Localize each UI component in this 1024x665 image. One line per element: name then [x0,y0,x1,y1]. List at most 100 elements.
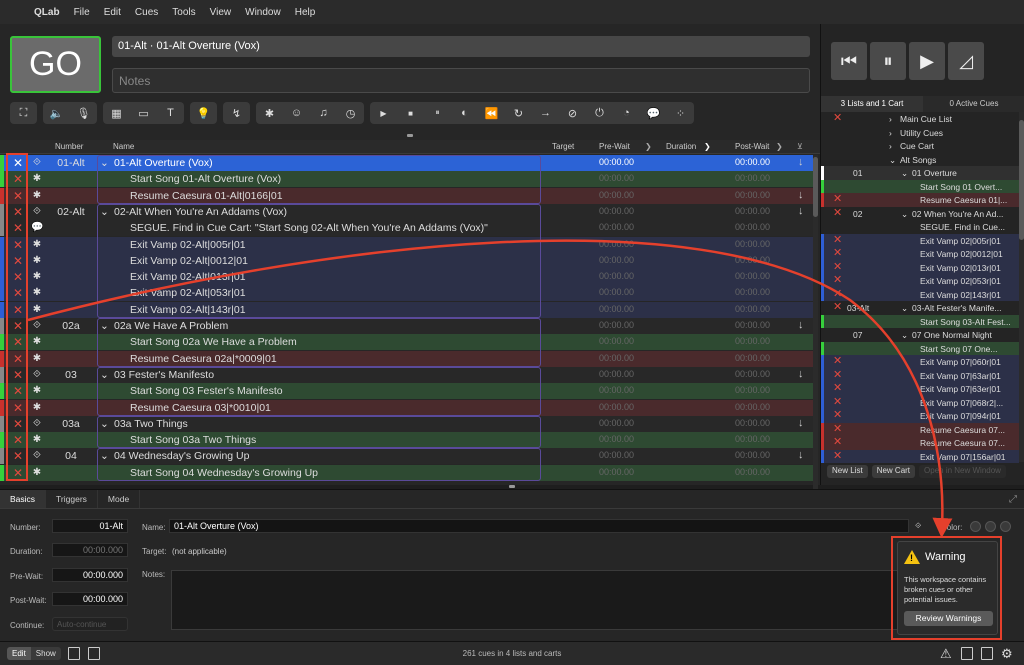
cue-prewait[interactable]: 00:00.00 [599,467,634,477]
cue-postwait[interactable]: 00:00.00 [735,255,770,265]
cue-prewait[interactable]: 00:00.00 [599,320,634,330]
list-tree-row[interactable]: ✕ Resume Caesura 01|... [821,193,1019,207]
cue-prewait[interactable]: 00:00.00 [599,369,634,379]
chevron-right-icon[interactable]: › [889,114,892,124]
wait-icon[interactable]: ◔ [613,102,640,124]
list-cue-name[interactable]: Utility Cues [900,128,1019,138]
music-icon[interactable]: ♫ [310,102,337,124]
chevron-down-icon[interactable]: ⌄ [901,209,908,220]
list-tree-row[interactable]: ✕ Exit Vamp 07|068r2|... [821,395,1019,409]
list-cue-name[interactable]: 07 One Normal Night [912,330,1019,340]
cue-prewait[interactable]: 00:00.00 [599,450,634,460]
color-none-button[interactable] [970,521,981,532]
list-tree-row[interactable]: Start Song 01 Overt... [821,179,1019,193]
list-cue-name[interactable]: Exit Vamp 02|0012|01 [920,249,1019,259]
postwait-field[interactable]: 00:00.000 [52,592,128,606]
cue-postwait[interactable]: 00:00.00 [735,434,770,444]
expand-icon[interactable]: ⤢ [1009,494,1017,505]
apple-icon[interactable] [12,6,24,18]
scrollbar-thumb[interactable] [1019,120,1024,240]
cue-postwait[interactable]: 00:00.00 [735,385,770,395]
prewait-field[interactable]: 00:00.000 [52,568,128,582]
list-cue-name[interactable]: Cue Cart [900,141,1019,151]
tab-triggers[interactable]: Triggers [46,490,98,508]
list-tree-row[interactable]: ✕ 03-Alt ⌄ 03-Alt Fester's Manife... [821,301,1019,315]
cue-postwait[interactable]: 00:00.00 [735,467,770,477]
cue-postwait[interactable]: 00:00.00 [735,271,770,281]
list-cue-name[interactable]: Exit Vamp 02|143r|01 [920,290,1019,300]
tab-active-cues[interactable]: 0 Active Cues [923,96,1024,112]
tab-mode[interactable]: Mode [98,490,141,508]
devamp-icon[interactable]: ↻ [505,102,532,124]
list-tree-row[interactable]: ✕ Exit Vamp 02|053r|01 [821,274,1019,288]
continue-select[interactable]: Auto-continue [52,617,128,631]
sidebar-right-icon[interactable] [981,647,993,660]
cue-postwait[interactable]: 00:00.00 [735,173,770,183]
new-cart-button[interactable]: New Cart [871,465,916,478]
cue-postwait[interactable]: 00:00.00 [735,304,770,314]
list-tree-row[interactable]: ✕ Resume Caesura 07... [821,436,1019,450]
list-tree-row[interactable]: ⌄ Alt Songs [821,152,1019,166]
list-cue-name[interactable]: 01 Overture [912,168,1019,178]
tab-basics[interactable]: Basics [0,490,47,508]
cue-prewait[interactable]: 00:00.00 [599,190,634,200]
cue-prewait[interactable]: 00:00.00 [599,304,634,314]
cue-postwait[interactable]: 00:00.00 [735,222,770,232]
cue-prewait[interactable]: 00:00.00 [599,271,634,281]
cue-postwait[interactable]: 00:00.00 [735,190,770,200]
light-icon[interactable]: 💡 [190,102,217,124]
chevron-right-icon[interactable]: › [889,128,892,138]
chevron-down-icon[interactable]: ⌄ [889,155,896,166]
target-icon[interactable]: ⊘ [559,102,586,124]
list-cue-name[interactable]: Alt Songs [900,155,1019,165]
cue-prewait[interactable]: 00:00.00 [599,434,634,444]
text-icon[interactable]: T [157,102,184,124]
cue-prewait[interactable]: 00:00.00 [599,336,634,346]
list-tree-row[interactable]: ✕ Exit Vamp 02|013r|01 [821,260,1019,274]
list-cue-name[interactable]: Exit Vamp 07|060r|01 [920,357,1019,367]
midi-icon[interactable]: ✱ [256,102,283,124]
color-swatch-button[interactable] [1000,521,1011,532]
cue-prewait[interactable]: 00:00.00 [599,402,634,412]
cue-list-scrollbar[interactable] [813,155,818,504]
cue-prewait[interactable]: 00:00.00 [599,385,634,395]
panel-bottom-icon[interactable] [961,647,973,660]
cue-postwait[interactable]: 00:00.00 [735,336,770,346]
list-cue-name[interactable]: Exit Vamp 07|068r2|... [920,398,1019,408]
open-new-window-button[interactable]: Open in New Window [919,465,1006,478]
list-cue-name[interactable]: Resume Caesura 07... [920,425,1019,435]
list-cue-name[interactable]: Exit Vamp 02|013r|01 [920,263,1019,273]
cue-number[interactable]: 02-Alt [48,206,94,218]
cue-number[interactable]: 01-Alt [48,157,94,169]
cue-postwait[interactable]: 00:00.00 [735,450,770,460]
list-cue-name[interactable]: Start Song 07 One... [920,344,1019,354]
inspector-splitter-handle[interactable] [509,485,515,488]
list-tree-row[interactable]: › Cue Cart [821,139,1019,153]
clock-icon[interactable]: ◷ [337,102,364,124]
col-target[interactable]: Target [552,142,574,151]
list-cue-name[interactable]: Start Song 01 Overt... [920,182,1019,192]
cue-number[interactable]: 03 [48,369,94,381]
list-tree-row[interactable]: ✕ Exit Vamp 07|156ar|01 [821,449,1019,463]
network-icon[interactable]: ↯ [223,102,250,124]
go-button[interactable]: GO [10,36,101,93]
cue-number[interactable]: 04 [48,450,94,462]
list-tree-row[interactable]: ✕ Resume Caesura 07... [821,422,1019,436]
lists-scrollbar[interactable] [1019,112,1024,462]
list-tree-row[interactable]: › Utility Cues [821,125,1019,139]
menu-file[interactable]: File [74,7,90,18]
list-tree-row[interactable]: ✕ 02 ⌄ 02 When You're An Ad... [821,206,1019,220]
reset-icon[interactable]: ⏪ [478,102,505,124]
list-tree-row[interactable]: SEGUE. Find in Cue... [821,220,1019,234]
chevron-down-icon[interactable]: ⌄ [901,303,908,314]
cue-postwait[interactable]: 00:00.00 [735,287,770,297]
notes-textarea[interactable] [171,570,911,630]
list-tree-row[interactable]: ✕ Exit Vamp 07|060r|01 [821,355,1019,369]
cue-prewait[interactable]: 00:00.00 [599,173,634,183]
audio-icon[interactable]: 🔈 [43,102,70,124]
cue-postwait[interactable]: 00:00.00 [735,206,770,216]
start-icon[interactable]: ▶ [370,102,397,124]
col-prewait[interactable]: Pre-Wait [599,142,630,151]
menu-help[interactable]: Help [295,7,316,18]
video-icon[interactable]: ▦ [103,102,130,124]
